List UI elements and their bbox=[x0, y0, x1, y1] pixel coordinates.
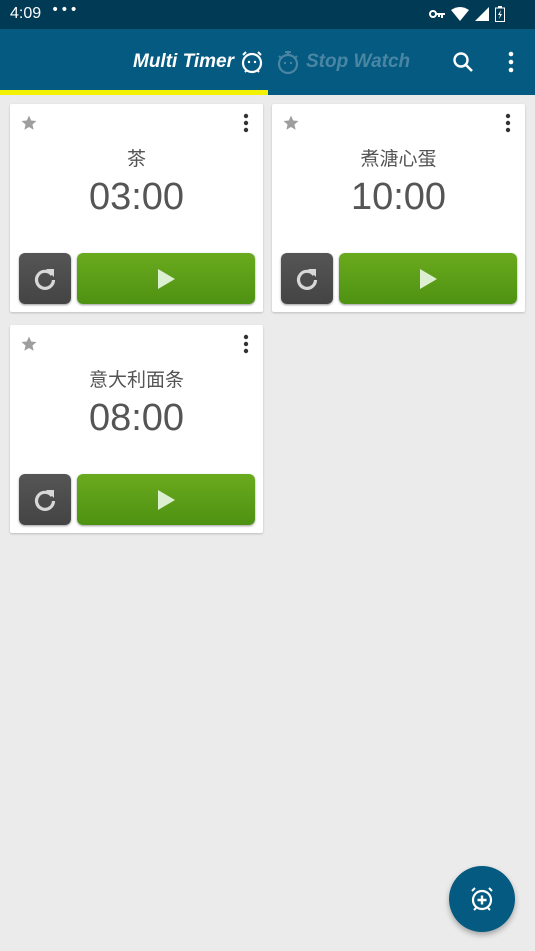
play-icon bbox=[158, 268, 175, 289]
app-bar: Multi Timer Stop Watch bbox=[0, 29, 535, 95]
play-button[interactable] bbox=[77, 253, 255, 304]
search-icon[interactable] bbox=[452, 51, 474, 73]
star-icon[interactable] bbox=[20, 114, 38, 132]
add-alarm-icon bbox=[471, 887, 493, 911]
status-time: 4:09 bbox=[10, 5, 42, 22]
more-vert-icon[interactable] bbox=[508, 51, 514, 73]
timer-card[interactable]: 茶 03:00 bbox=[10, 104, 263, 312]
timer-name: 煮溏心蛋 bbox=[360, 148, 437, 170]
tab-label: Stop Watch bbox=[306, 51, 411, 72]
add-timer-fab[interactable] bbox=[449, 866, 515, 932]
vpn-key-icon bbox=[429, 10, 445, 18]
status-bar: 4:09 ••• bbox=[0, 0, 535, 29]
more-vert-icon[interactable] bbox=[243, 334, 249, 354]
reset-button[interactable] bbox=[281, 253, 333, 304]
timer-time: 10:00 bbox=[350, 176, 447, 218]
play-icon bbox=[420, 268, 437, 289]
timer-card[interactable]: 煮溏心蛋 10:00 bbox=[272, 104, 525, 312]
reset-icon bbox=[296, 268, 318, 290]
tab-stop-watch[interactable]: Stop Watch bbox=[276, 29, 410, 95]
more-vert-icon[interactable] bbox=[505, 113, 511, 133]
star-icon[interactable] bbox=[20, 335, 38, 353]
play-icon bbox=[158, 489, 175, 510]
timer-card[interactable]: 意大利面条 08:00 bbox=[10, 325, 263, 533]
status-icons bbox=[429, 6, 505, 22]
timer-name: 意大利面条 bbox=[88, 369, 184, 391]
timer-time: 08:00 bbox=[88, 397, 185, 439]
stopwatch-face-icon bbox=[277, 51, 299, 74]
signal-icon bbox=[475, 7, 489, 21]
play-button[interactable] bbox=[77, 474, 255, 525]
wifi-icon bbox=[451, 7, 469, 21]
reset-button[interactable] bbox=[19, 474, 71, 525]
tab-multi-timer[interactable]: Multi Timer bbox=[133, 29, 264, 95]
reset-button[interactable] bbox=[19, 253, 71, 304]
alarm-clock-face-icon bbox=[241, 51, 263, 74]
reset-icon bbox=[34, 268, 56, 290]
play-button[interactable] bbox=[339, 253, 517, 304]
notification-overflow-icon: ••• bbox=[51, 2, 79, 18]
timer-name: 茶 bbox=[126, 148, 146, 170]
battery-charging-icon bbox=[495, 6, 505, 22]
reset-icon bbox=[34, 489, 56, 511]
tab-indicator bbox=[0, 90, 268, 95]
timer-time: 03:00 bbox=[88, 176, 185, 218]
tab-label: Multi Timer bbox=[133, 51, 234, 72]
more-vert-icon[interactable] bbox=[243, 113, 249, 133]
star-icon[interactable] bbox=[282, 114, 300, 132]
